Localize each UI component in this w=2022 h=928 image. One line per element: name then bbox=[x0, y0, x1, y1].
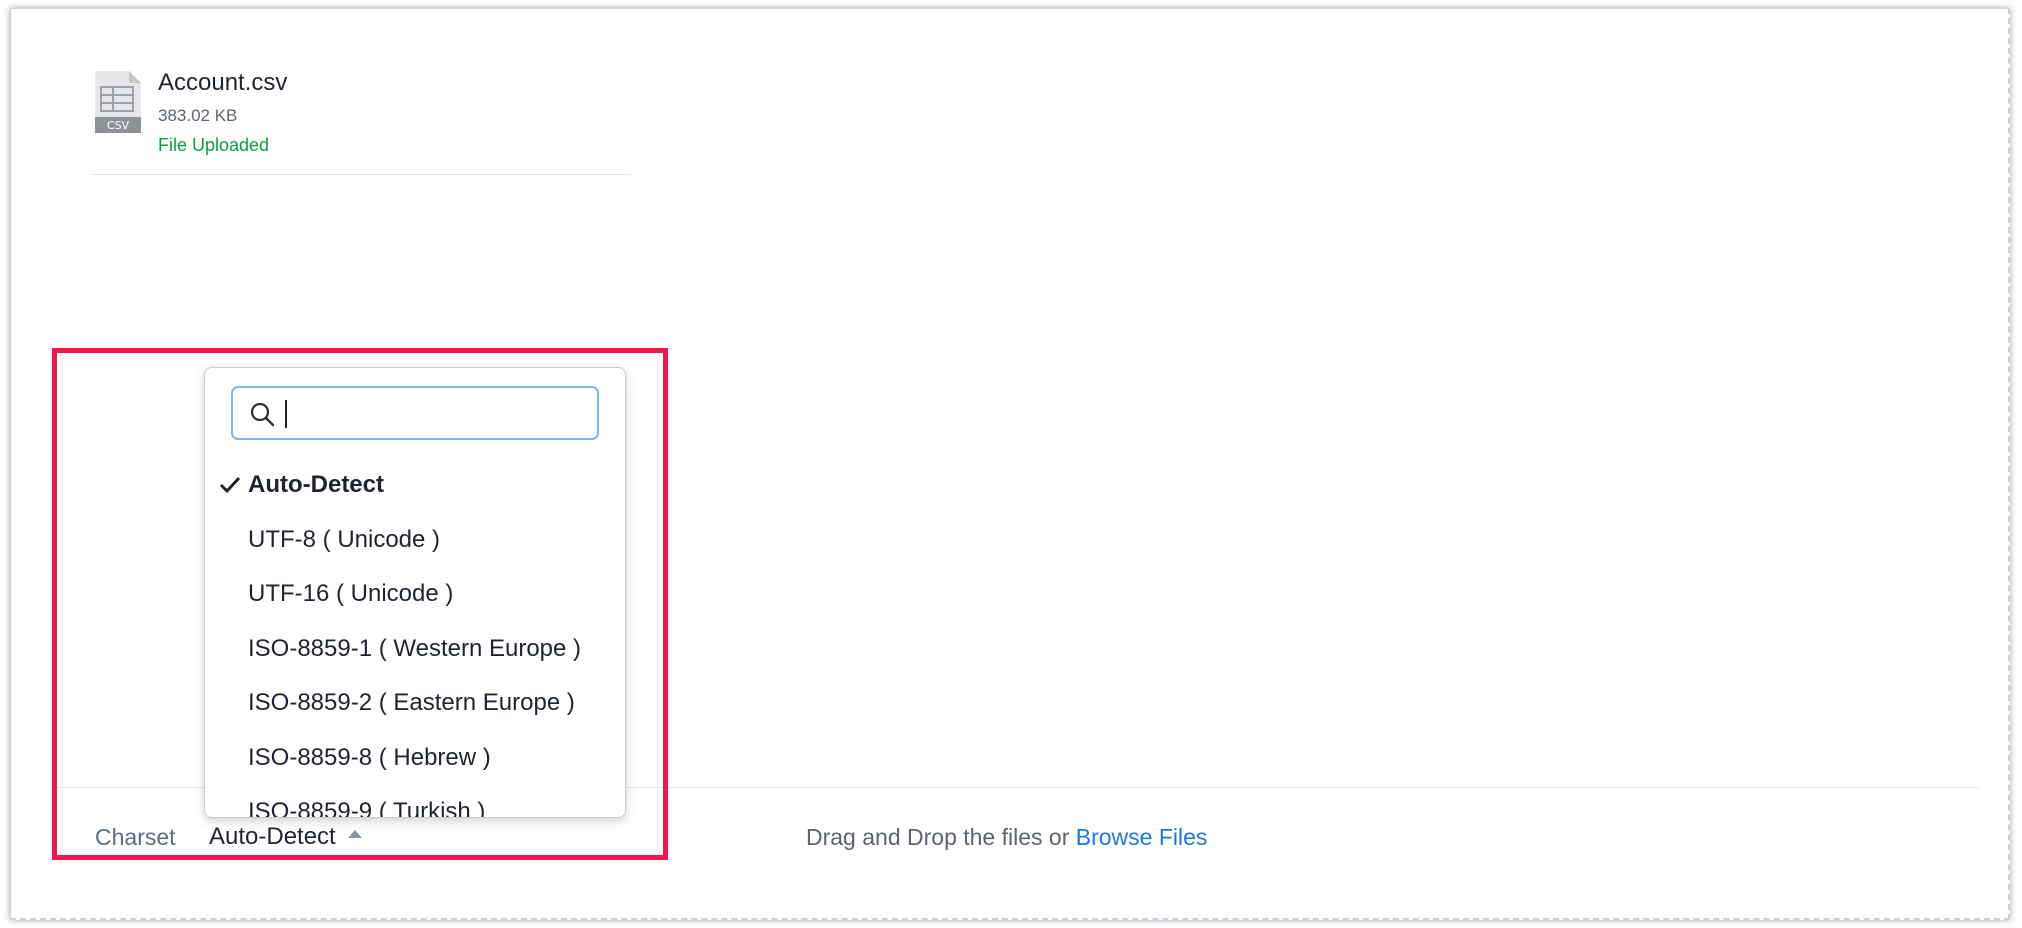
check-icon bbox=[219, 476, 241, 494]
file-name: Account.csv bbox=[158, 69, 288, 96]
charset-option-label: UTF-16 ( Unicode ) bbox=[248, 580, 454, 608]
charset-search-input[interactable] bbox=[283, 396, 583, 430]
charset-option[interactable]: UTF-16 ( Unicode ) bbox=[205, 567, 625, 622]
charset-options-list: Auto-Detect UTF-8 ( Unicode ) UTF-16 ( Uni… bbox=[205, 458, 625, 818]
charset-option-label: Auto-Detect bbox=[248, 471, 384, 499]
file-status: File Uploaded bbox=[158, 135, 270, 155]
charset-option[interactable]: UTF-8 ( Unicode ) bbox=[205, 513, 625, 568]
charset-option[interactable]: ISO-8859-2 ( Eastern Europe ) bbox=[205, 676, 625, 731]
dropzone-instructions: Drag and Drop the files or bbox=[806, 824, 1070, 850]
uploaded-file-card: CSV Account.csv 383.02 KB File Uploaded bbox=[91, 69, 631, 175]
charset-select[interactable]: Auto-Detect bbox=[209, 821, 362, 853]
charset-option[interactable]: ISO-8859-8 ( Hebrew ) bbox=[205, 731, 625, 786]
file-size: 383.02 KB bbox=[158, 106, 238, 125]
charset-search-box[interactable] bbox=[231, 386, 599, 440]
charset-selected-value: Auto-Detect bbox=[209, 823, 336, 850]
search-icon bbox=[250, 402, 275, 427]
charset-option[interactable]: ISO-8859-9 ( Turkish ) bbox=[205, 785, 625, 818]
charset-option-label: ISO-8859-2 ( Eastern Europe ) bbox=[248, 689, 575, 717]
charset-label: Charset bbox=[95, 824, 176, 850]
import-panel: CSV Account.csv 383.02 KB File Uploaded … bbox=[10, 8, 2010, 920]
charset-option[interactable]: Auto-Detect bbox=[205, 458, 625, 513]
charset-option-label: ISO-8859-8 ( Hebrew ) bbox=[248, 743, 491, 771]
charset-option-label: ISO-8859-9 ( Turkish ) bbox=[248, 798, 486, 818]
text-cursor bbox=[285, 400, 287, 428]
charset-option[interactable]: ISO-8859-1 ( Western Europe ) bbox=[205, 622, 625, 677]
browse-files-link[interactable]: Browse Files bbox=[1076, 824, 1208, 850]
charset-dropdown: Auto-Detect UTF-8 ( Unicode ) UTF-16 ( Uni… bbox=[204, 367, 626, 818]
csv-icon-label: CSV bbox=[107, 119, 130, 132]
charset-option-label: ISO-8859-1 ( Western Europe ) bbox=[248, 634, 582, 662]
caret-up-icon bbox=[347, 830, 362, 838]
dropzone-text: Drag and Drop the files or Browse Files bbox=[806, 824, 1207, 851]
csv-file-icon: CSV bbox=[95, 71, 141, 133]
charset-option-label: UTF-8 ( Unicode ) bbox=[248, 525, 441, 553]
